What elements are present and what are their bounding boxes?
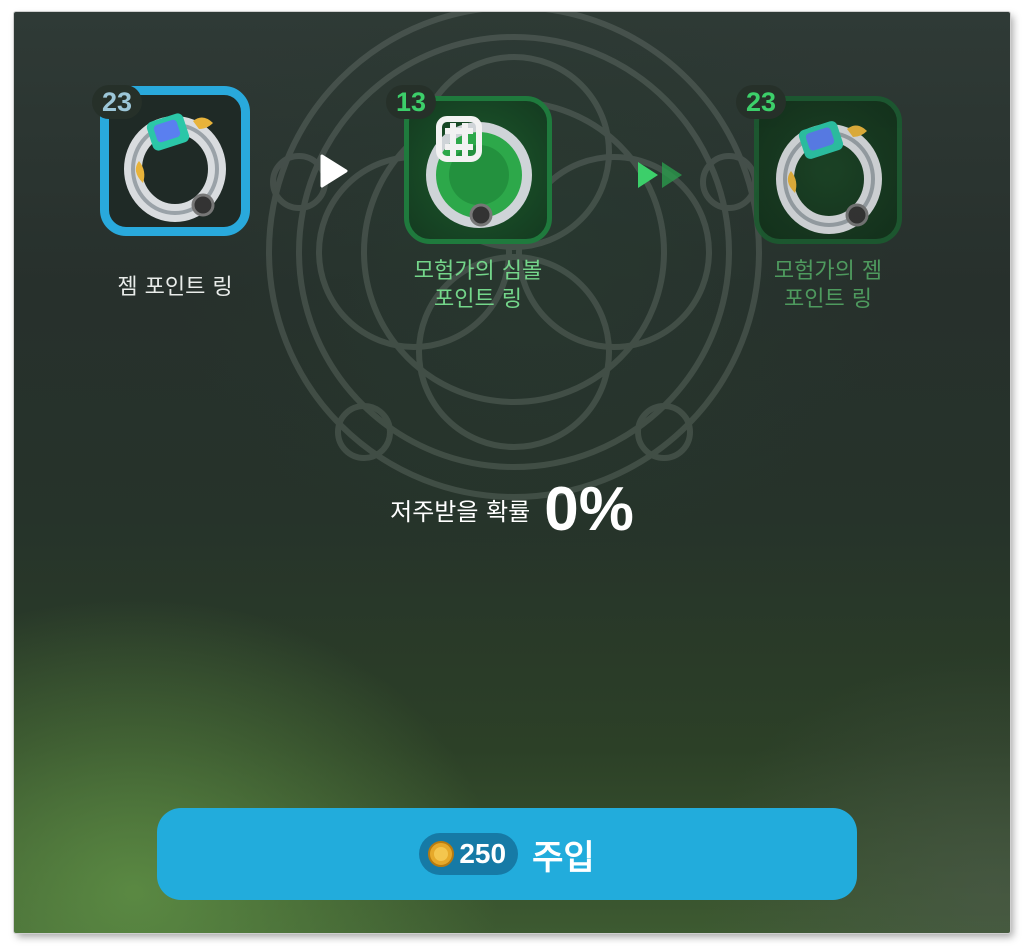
double-arrow-icon <box>638 162 682 188</box>
result-item-slot[interactable] <box>754 96 902 244</box>
symbol-ring-icon <box>426 116 532 228</box>
inject-button[interactable]: 250 주입 <box>157 808 857 900</box>
result-gem-ring-icon <box>776 121 882 234</box>
curse-chance-label: 저주받을 확률 <box>390 498 531 526</box>
material-item-level-badge: 13 <box>386 85 436 119</box>
result-item-level-badge: 23 <box>736 85 786 119</box>
game-screen: 23 젬 포인트 링 13 모험가의 심볼 포인트 링 23 모험가의 젬 포인… <box>14 12 1010 933</box>
result-item-name: 모험가의 젬 포인트 링 <box>708 258 948 314</box>
inject-cost: 250 <box>419 833 519 875</box>
result-item-name-line1: 모험가의 젬 <box>773 259 883 284</box>
inject-cost-value: 250 <box>459 838 507 869</box>
material-item-name: 모험가의 심볼 포인트 링 <box>358 258 598 314</box>
current-item-name: 젬 포인트 링 <box>117 275 233 300</box>
material-item-slot[interactable] <box>404 96 552 244</box>
gold-coin-icon <box>428 841 455 867</box>
material-item-name-line2: 포인트 링 <box>434 287 522 312</box>
material-item-name-line1: 모험가의 심볼 <box>413 259 543 284</box>
result-item-name-line2: 포인트 링 <box>784 287 872 312</box>
current-item-level-badge: 23 <box>92 85 142 119</box>
inject-button-label: 주입 <box>532 838 595 877</box>
arrow-right-icon <box>320 154 348 188</box>
curse-chance: 저주받을 확률 0% <box>14 474 1010 545</box>
curse-chance-value: 0% <box>544 475 634 544</box>
